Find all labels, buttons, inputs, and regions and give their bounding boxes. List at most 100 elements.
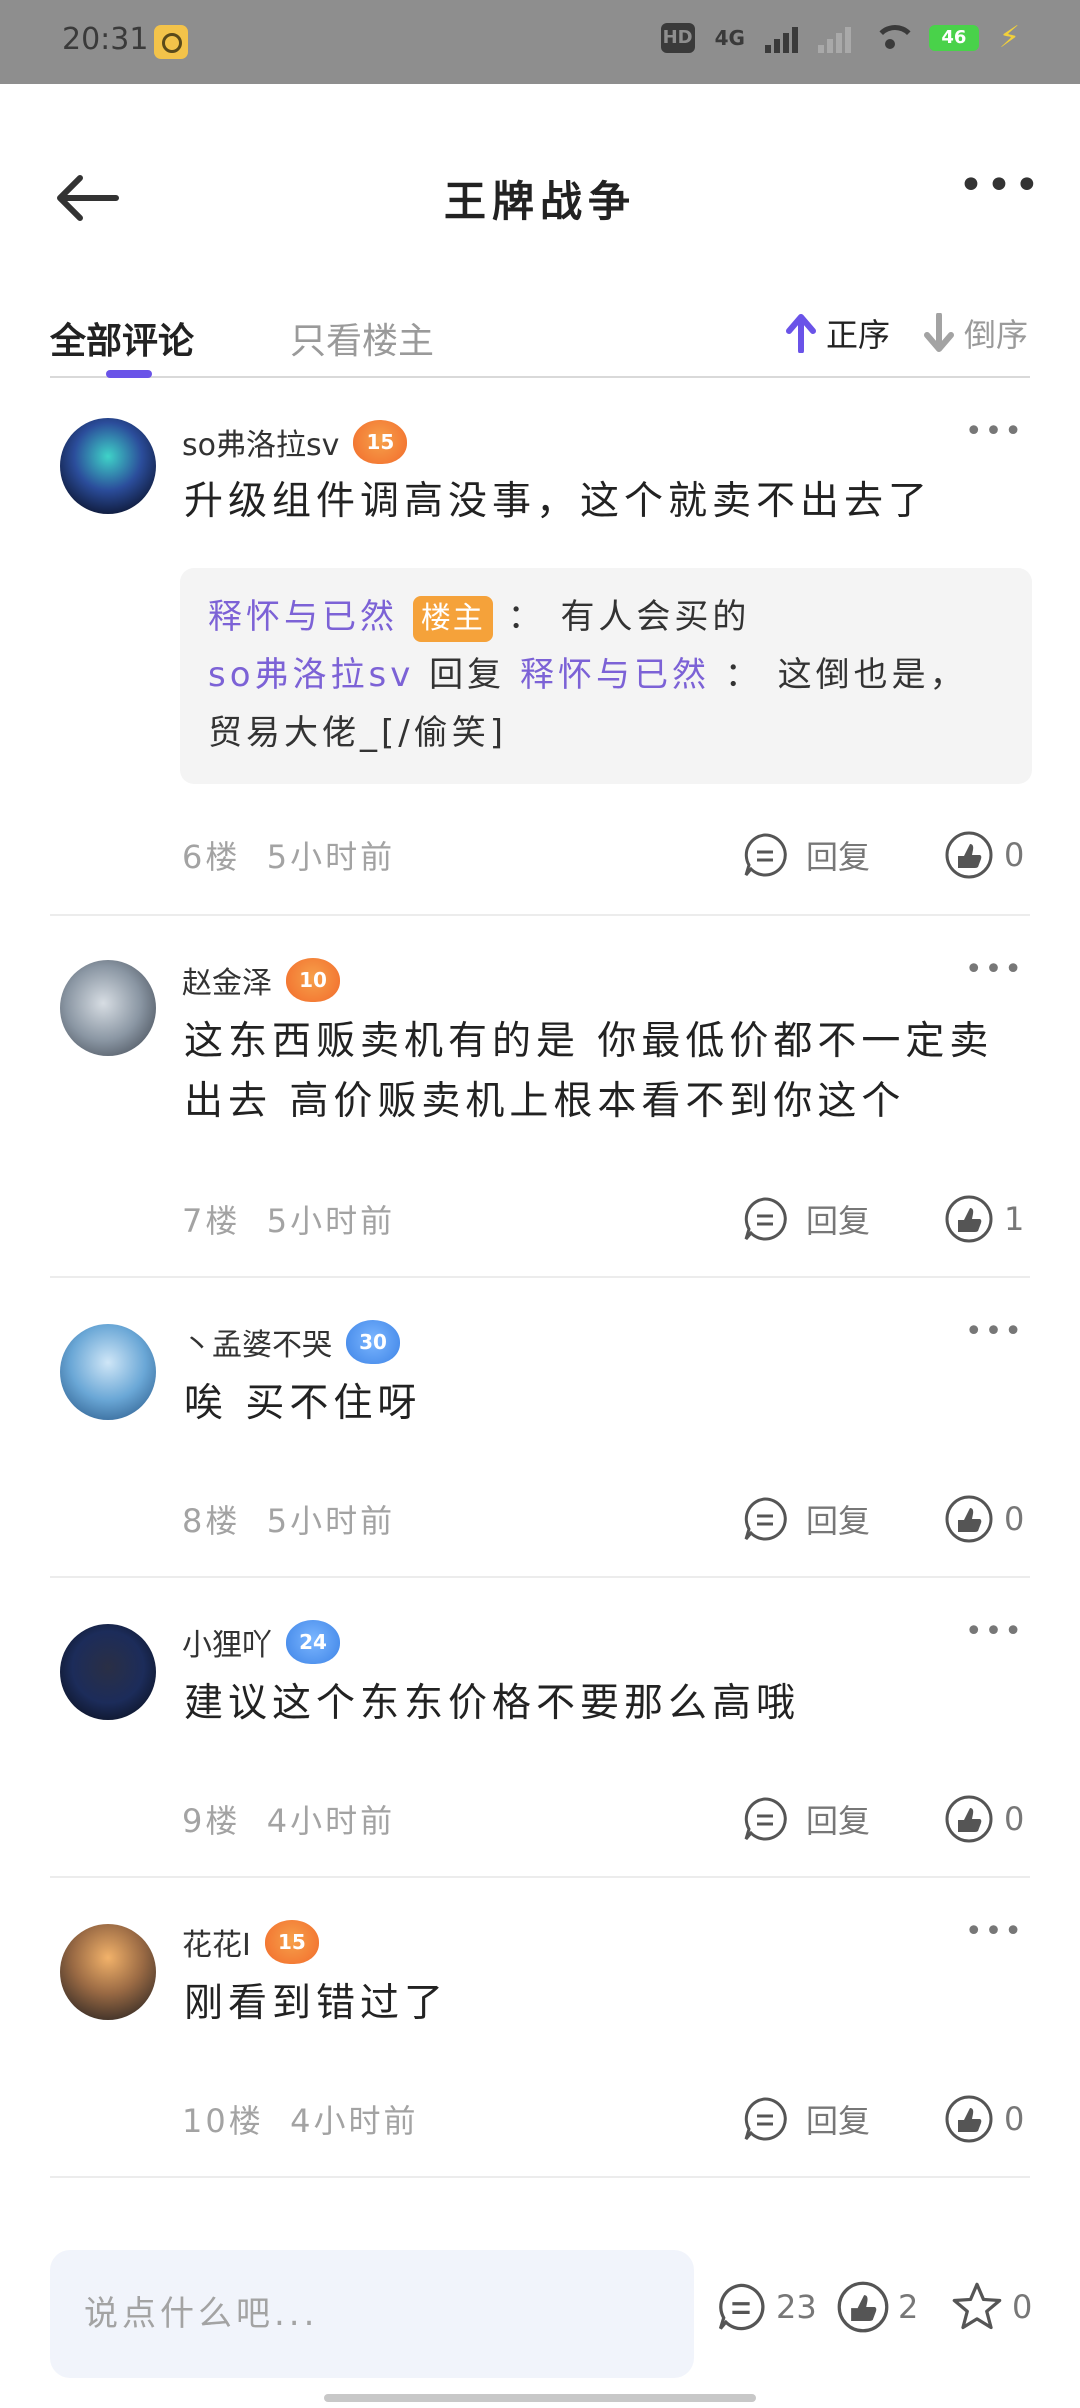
home-indicator[interactable] [324, 2394, 756, 2402]
sort-ascending-button[interactable]: 正序 [785, 310, 890, 356]
comment-time: 5小时前 [266, 838, 396, 876]
avatar[interactable] [60, 1624, 156, 1720]
reply-button[interactable]: 回复 [740, 1194, 870, 1244]
reply-button[interactable]: 回复 [740, 1794, 870, 1844]
likes-count: 2 [898, 2288, 919, 2326]
comment-item: 花花I 15 ••• 刚看到错过了 10楼 4小时前 回复 0 [0, 1878, 1080, 2178]
charging-icon: ⚡ [998, 20, 1020, 55]
tab-op-only[interactable]: 只看楼主 [290, 312, 434, 364]
comments-button[interactable]: 23 [714, 2280, 817, 2334]
comment-text: 建议这个东东价格不要那么高哦 [184, 1681, 801, 1726]
comment-item: 小狸吖 24 ••• 建议这个东东价格不要那么高哦 9楼 4小时前 回复 0 [0, 1578, 1080, 1878]
reply-separator: ： [507, 597, 546, 637]
reply-username[interactable]: 释怀与已然 [208, 597, 398, 637]
floor-number: 9楼 [182, 1802, 241, 1840]
network-label: 4G [714, 25, 745, 50]
floor-number: 7楼 [182, 1202, 241, 1240]
reply-username[interactable]: so弗洛拉sv [208, 655, 414, 695]
comment-tabs: 全部评论 只看楼主 正序 倒序 [50, 300, 1030, 378]
comment-meta: 8楼 5小时前 [182, 1496, 395, 1542]
arrow-up-icon [785, 314, 816, 353]
level-badge: 15 [264, 1920, 319, 1964]
reply-button[interactable]: 回复 [740, 2094, 870, 2144]
comment-time: 4小时前 [266, 1802, 396, 1840]
comment-more-icon[interactable]: ••• [965, 1614, 1024, 1649]
comment-icon [744, 1197, 787, 1241]
comment-meta: 9楼 4小时前 [182, 1796, 395, 1842]
favorites-count: 0 [1012, 2288, 1033, 2326]
comment-more-icon[interactable]: ••• [965, 1314, 1024, 1349]
level-badge: 24 [286, 1620, 340, 1664]
like-count: 0 [1004, 836, 1025, 874]
comment-icon [718, 2283, 765, 2331]
like-button[interactable]: 0 [944, 1494, 1024, 1544]
level-badge: 30 [346, 1320, 400, 1364]
reply-label: 回复 [806, 838, 871, 876]
app-notification-icon [154, 25, 188, 59]
comment-more-icon[interactable]: ••• [965, 414, 1024, 449]
comment-text: 这东西贩卖机有的是 你最低价都不一定卖出去 高价贩卖机上根本看不到你这个 [184, 1019, 994, 1124]
status-icons: HD 4G 46 ⚡ [660, 20, 1020, 55]
reply-line: so弗洛拉sv 回复 释怀与已然 ： 这倒也是，贸易大佬_[/偷笑] [208, 646, 1004, 762]
comment-time: 5小时前 [266, 1502, 396, 1540]
signal-2-icon [817, 23, 851, 53]
reply-word: 回复 [429, 655, 506, 695]
like-post-button[interactable]: 2 [836, 2280, 918, 2334]
signal-icon [764, 23, 798, 53]
avatar[interactable] [60, 1924, 156, 2020]
reply-preview[interactable]: 释怀与已然 楼主 ： 有人会买的 so弗洛拉sv 回复 释怀与已然 ： 这倒也是… [180, 568, 1032, 784]
like-button[interactable]: 0 [944, 830, 1024, 880]
comment-username[interactable]: 丶孟婆不哭 [182, 1320, 332, 1364]
reply-separator: ： [724, 655, 763, 695]
level-badge: 15 [353, 420, 408, 464]
comment-more-icon[interactable]: ••• [965, 952, 1024, 987]
more-options-icon[interactable]: ••• [958, 164, 1040, 216]
reply-target-username[interactable]: 释怀与已然 [520, 655, 710, 695]
thumbs-up-icon [945, 1195, 993, 1243]
comment-username[interactable]: so弗洛拉sv [182, 420, 339, 464]
comment-time: 4小时前 [290, 2102, 419, 2140]
hd-icon: HD [660, 22, 695, 53]
comments-count: 23 [776, 2288, 817, 2326]
avatar[interactable] [60, 1324, 156, 1420]
avatar[interactable] [60, 418, 156, 514]
like-button[interactable]: 1 [944, 1194, 1024, 1244]
like-count: 0 [1004, 2100, 1025, 2138]
floor-number: 8楼 [182, 1502, 241, 1540]
comment-icon [744, 833, 787, 877]
reply-label: 回复 [806, 1802, 871, 1840]
sort-descending-button[interactable]: 倒序 [923, 310, 1028, 356]
comment-item: 赵金泽 10 ••• 这东西贩卖机有的是 你最低价都不一定卖出去 高价贩卖机上根… [0, 916, 1080, 1278]
favorite-button[interactable]: 0 [950, 2280, 1032, 2334]
like-count: 1 [1004, 1200, 1025, 1238]
tab-all-comments[interactable]: 全部评论 [50, 312, 194, 364]
comment-icon [744, 1497, 787, 1541]
reply-button[interactable]: 回复 [740, 1494, 870, 1544]
thumbs-up-icon [837, 2281, 889, 2333]
comment-username[interactable]: 小狸吖 [182, 1620, 272, 1664]
reply-label: 回复 [806, 1202, 871, 1240]
comment-username[interactable]: 花花I [182, 1920, 251, 1964]
like-button[interactable]: 0 [944, 1794, 1024, 1844]
like-button[interactable]: 0 [944, 2094, 1024, 2144]
like-count: 0 [1004, 1800, 1025, 1838]
bottom-bar: 说点什么吧... 23 2 0 [0, 2238, 1080, 2408]
status-time: 20:31 [62, 22, 149, 57]
thumbs-up-icon [945, 1495, 993, 1543]
comment-more-icon[interactable]: ••• [965, 1914, 1024, 1949]
thumbs-up-icon [945, 1795, 993, 1843]
divider [50, 2176, 1030, 2178]
floor-number: 10楼 [182, 2102, 264, 2140]
thumbs-up-icon [945, 2095, 993, 2143]
sort-ascending-label: 正序 [825, 316, 890, 354]
comment-icon [744, 1797, 787, 1841]
reply-label: 回复 [806, 1502, 871, 1540]
reply-text: 有人会买的 [560, 597, 751, 637]
comment-input[interactable]: 说点什么吧... [50, 2250, 694, 2378]
comment-username[interactable]: 赵金泽 [182, 958, 272, 1002]
battery-icon: 46 [928, 24, 979, 51]
reply-button[interactable]: 回复 [740, 830, 870, 880]
avatar[interactable] [60, 960, 156, 1056]
like-count: 0 [1004, 1500, 1025, 1538]
level-badge: 10 [286, 958, 340, 1002]
